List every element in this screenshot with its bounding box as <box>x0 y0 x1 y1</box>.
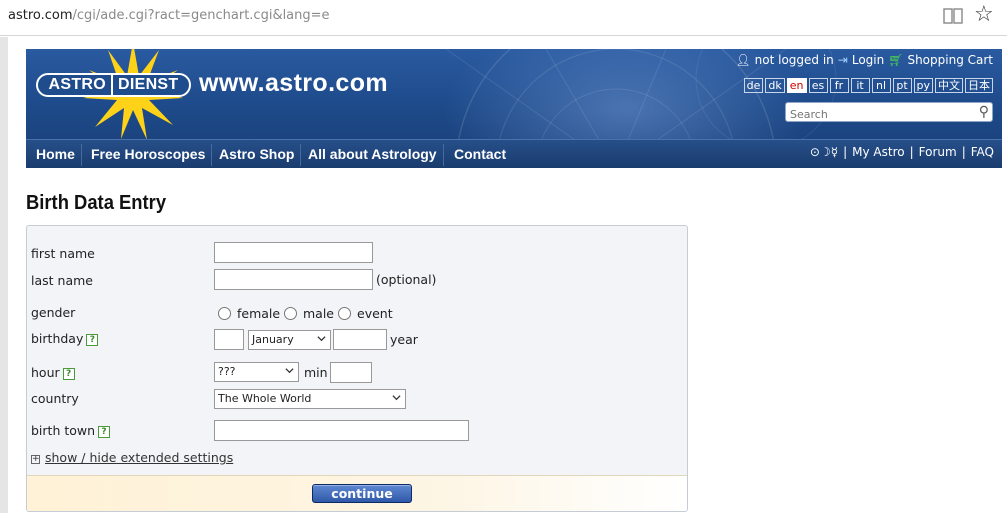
birth-day-input[interactable] <box>214 329 244 350</box>
lang-dk[interactable]: dk <box>765 78 785 93</box>
url-text[interactable]: astro.com/cgi/ade.cgi?ract=genchart.cgi&… <box>8 8 330 23</box>
site-header: ASTRO DIENST www.astro.com 👤︎ not logged… <box>26 49 1002 139</box>
window-edge <box>0 37 8 513</box>
lang-pt[interactable]: pt <box>892 78 912 93</box>
gender-male-label[interactable]: male <box>303 306 334 321</box>
browser-address-bar[interactable]: astro.com/cgi/ade.cgi?ract=genchart.cgi&… <box>0 0 1007 36</box>
url-host: astro.com <box>8 8 73 23</box>
birthday-label-text: birthday <box>31 331 84 346</box>
nav-contact[interactable]: Contact <box>448 144 512 166</box>
shopping-cart-link[interactable]: Shopping Cart <box>907 53 993 67</box>
first-name-input[interactable] <box>214 242 373 263</box>
birth-town-label: birth town? <box>31 423 111 438</box>
hour-label: hour? <box>31 365 75 380</box>
extended-settings-toggle[interactable]: + show / hide extended settings <box>31 450 233 465</box>
last-name-label: last name <box>31 273 93 288</box>
help-icon[interactable]: ? <box>62 368 75 380</box>
search-icon[interactable]: ⚲ <box>979 104 989 120</box>
continue-button[interactable]: continue <box>312 484 412 503</box>
nav-separator: | <box>909 145 914 159</box>
year-hint: year <box>390 332 418 347</box>
minute-label: min <box>304 365 328 380</box>
lang-zh[interactable]: 中文 <box>935 78 963 93</box>
nav-separator: | <box>961 145 966 159</box>
login-icon[interactable]: ⇥ <box>838 53 848 67</box>
nav-separator: | <box>843 145 848 159</box>
login-link[interactable]: Login <box>852 53 884 67</box>
help-icon[interactable]: ? <box>86 334 99 346</box>
site-logo[interactable]: ASTRO DIENST <box>36 73 191 97</box>
cart-icon[interactable]: 🛒︎ <box>888 53 903 67</box>
chevron-down-icon <box>317 336 326 342</box>
lang-ja[interactable]: 日本 <box>965 78 993 93</box>
lang-it[interactable]: it <box>850 78 870 93</box>
birth-town-input[interactable] <box>214 420 469 441</box>
gender-female-radio[interactable] <box>218 307 231 320</box>
faq-link[interactable]: FAQ <box>971 145 994 159</box>
user-bar: 👤︎ not logged in ⇥ Login 🛒︎ Shopping Car… <box>735 53 993 67</box>
birth-town-label-text: birth town <box>31 423 96 438</box>
gender-male-radio[interactable] <box>284 307 297 320</box>
my-astro-link[interactable]: My Astro <box>852 145 904 159</box>
expand-icon[interactable]: + <box>31 455 40 464</box>
search-input[interactable] <box>786 105 966 124</box>
minute-input[interactable] <box>330 362 372 383</box>
hour-label-text: hour <box>31 365 60 380</box>
chevron-down-icon <box>285 368 294 374</box>
logo-divider <box>111 74 113 96</box>
forum-link[interactable]: Forum <box>919 145 957 159</box>
user-icon: 👤︎ <box>735 53 751 67</box>
birthday-label: birthday? <box>31 331 99 346</box>
logo-text-dienst: DIENST <box>118 76 179 93</box>
lang-de[interactable]: de <box>743 78 764 93</box>
gender-label: gender <box>31 305 76 320</box>
site-name[interactable]: www.astro.com <box>199 69 388 98</box>
nav-all-about-astrology[interactable]: All about Astrology <box>302 144 444 166</box>
nav-utility-links: ⊙☽☿ | My Astro | Forum | FAQ <box>810 145 994 159</box>
lang-ru[interactable]: ру <box>913 78 933 93</box>
last-name-input[interactable] <box>214 269 373 290</box>
lang-en[interactable]: en <box>786 78 807 93</box>
hour-select[interactable]: ??? <box>214 362 299 382</box>
birth-month-value: January <box>252 333 294 346</box>
birth-month-select[interactable]: January <box>248 330 331 350</box>
logo-text-astro: ASTRO <box>48 76 106 93</box>
extended-settings-link[interactable]: show / hide extended settings <box>45 450 233 465</box>
lang-nl[interactable]: nl <box>871 78 891 93</box>
nav-free-horoscopes[interactable]: Free Horoscopes <box>85 144 213 166</box>
optional-hint: (optional) <box>376 272 437 287</box>
lang-fr[interactable]: fr <box>829 78 849 93</box>
search-box[interactable]: ⚲ <box>785 102 993 124</box>
gender-event-label[interactable]: event <box>357 306 393 321</box>
main-nav: Home Free Horoscopes Astro Shop All abou… <box>26 139 1002 168</box>
country-select[interactable]: The Whole World <box>214 389 406 409</box>
page-title: Birth Data Entry <box>26 192 167 214</box>
birth-year-input[interactable] <box>333 329 387 350</box>
star-icon[interactable]: ☆ <box>974 4 994 26</box>
chevron-down-icon <box>392 395 401 401</box>
gender-female-label[interactable]: female <box>237 306 280 321</box>
hour-value: ??? <box>218 365 236 378</box>
birth-data-form: first name last name (optional) gender f… <box>26 225 688 512</box>
planet-glyphs-icon[interactable]: ⊙☽☿ <box>810 145 838 159</box>
nav-astro-shop[interactable]: Astro Shop <box>213 144 302 166</box>
country-label: country <box>31 391 79 406</box>
book-icon[interactable] <box>943 7 963 25</box>
country-value: The Whole World <box>218 392 312 405</box>
gender-event-radio[interactable] <box>338 307 351 320</box>
url-path: /cgi/ade.cgi?ract=genchart.cgi&lang=e <box>72 8 330 23</box>
language-selector: de dk en es fr it nl pt ру 中文 日本 <box>743 78 993 93</box>
nav-home[interactable]: Home <box>30 144 82 166</box>
help-icon[interactable]: ? <box>98 426 111 438</box>
first-name-label: first name <box>31 246 95 261</box>
login-status: not logged in <box>754 53 834 67</box>
lang-es[interactable]: es <box>808 78 828 93</box>
